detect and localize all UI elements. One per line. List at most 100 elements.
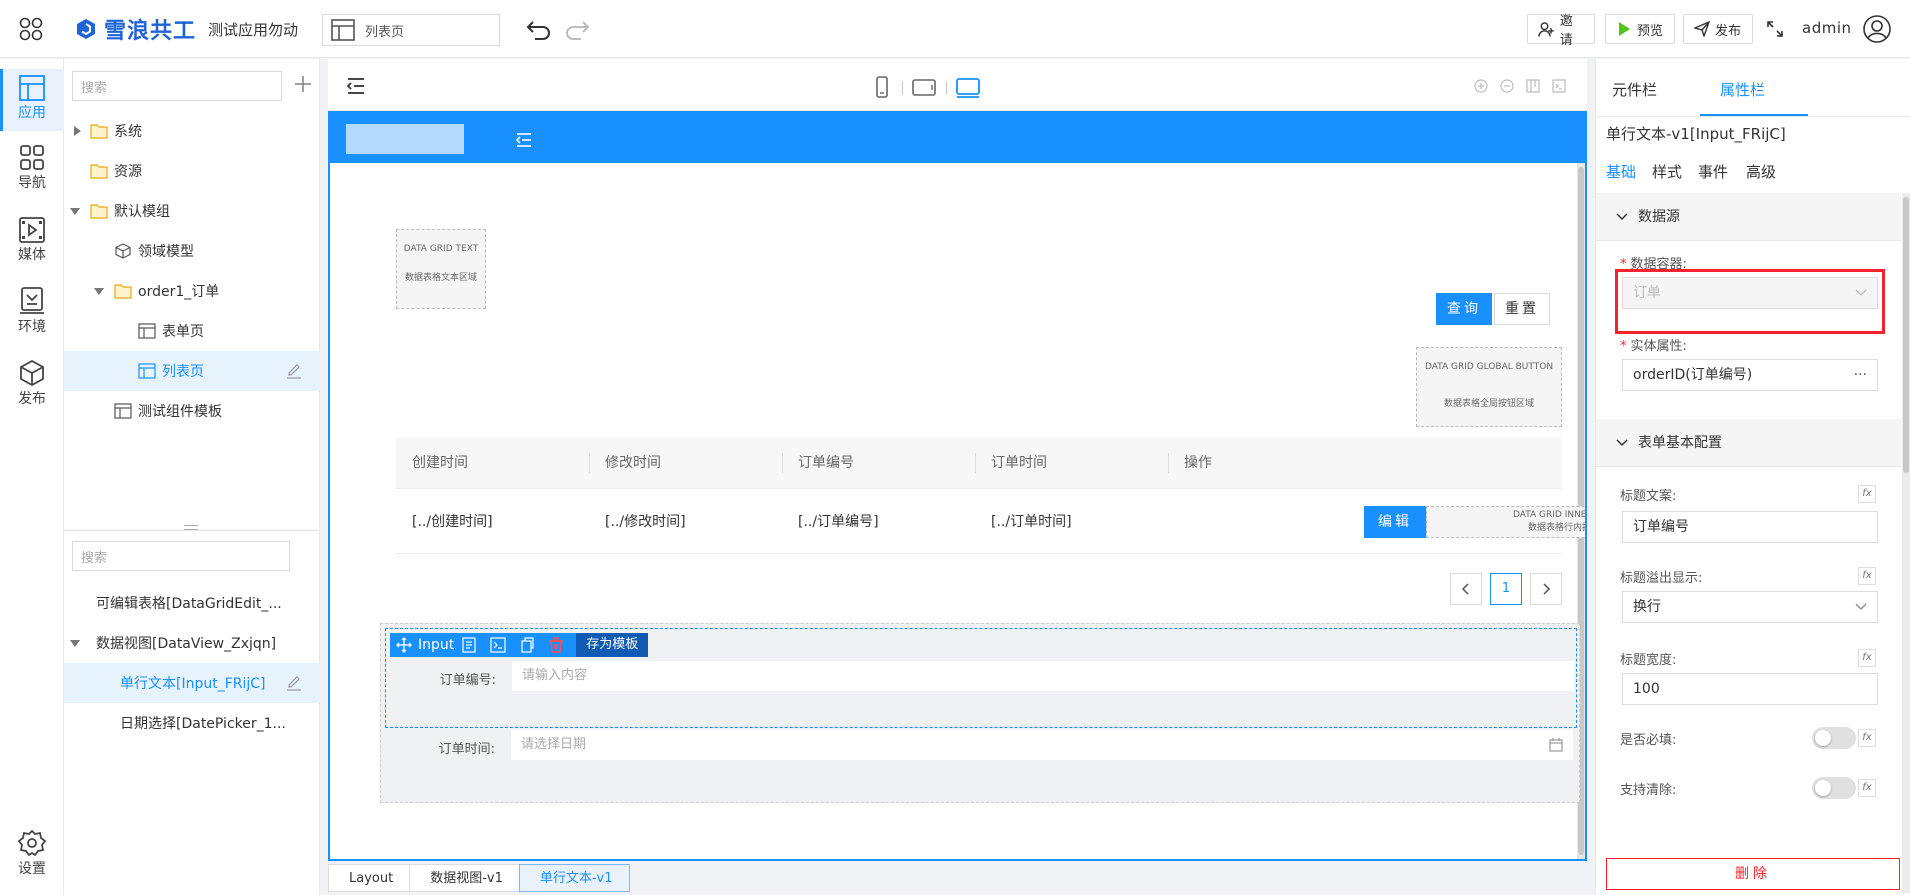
rail-item-nav[interactable]: 导航 bbox=[0, 139, 64, 201]
zoom-out-icon[interactable] bbox=[1500, 79, 1514, 93]
publish-button[interactable]: 发布 bbox=[1683, 14, 1753, 44]
breadcrumb-layout[interactable]: Layout bbox=[328, 864, 411, 892]
fx-icon[interactable]: fx bbox=[1858, 649, 1876, 667]
more-options-icon[interactable]: ··· bbox=[1854, 360, 1867, 390]
column-header-actions[interactable]: 操作 bbox=[1168, 437, 1212, 489]
grid-nav-icon bbox=[17, 139, 47, 170]
subtab-events[interactable]: 事件 bbox=[1698, 161, 1728, 182]
caret-down-icon[interactable] bbox=[70, 638, 80, 648]
title-text-input[interactable]: 订单编号 bbox=[1622, 511, 1878, 543]
rail-item-environment[interactable]: 环境 bbox=[0, 283, 64, 345]
caret-right-icon[interactable] bbox=[72, 126, 82, 136]
subtab-basic[interactable]: 基础 bbox=[1606, 161, 1636, 182]
save-as-template-button[interactable]: 存为模板 bbox=[576, 633, 649, 657]
properties-scroll-thumb[interactable] bbox=[1903, 197, 1909, 473]
tree-search-input[interactable]: 搜索 bbox=[72, 71, 282, 101]
title-width-input[interactable]: 100 bbox=[1622, 673, 1878, 705]
page-selector[interactable]: 列表页 bbox=[322, 14, 500, 46]
delete-icon[interactable] bbox=[548, 637, 564, 653]
redo-icon[interactable] bbox=[562, 16, 592, 44]
zoom-in-icon[interactable] bbox=[1474, 79, 1488, 93]
breadcrumb-dataview[interactable]: 数据视图-v1 bbox=[409, 864, 520, 892]
avatar-icon[interactable] bbox=[1862, 14, 1892, 44]
order-time-datepicker[interactable]: 请选择日期 bbox=[511, 730, 1573, 760]
code-icon[interactable] bbox=[490, 637, 506, 653]
tree-node-default-module[interactable]: 默认模组 bbox=[64, 191, 320, 231]
component-search-input[interactable]: 搜索 bbox=[72, 541, 290, 571]
fullscreen-icon[interactable] bbox=[1766, 20, 1784, 38]
rail-item-settings[interactable]: 设置 bbox=[0, 825, 64, 887]
data-grid-inner-button-area[interactable]: DATA GRID INNER BUTTON 数据表格行内按钮区域 bbox=[1426, 506, 1585, 538]
layout-view-icon[interactable] bbox=[1526, 79, 1540, 93]
breadcrumb-input[interactable]: 单行文本-v1 bbox=[518, 864, 630, 892]
reset-button[interactable]: 重置 bbox=[1494, 293, 1550, 325]
column-header-order-no[interactable]: 订单编号 bbox=[782, 437, 854, 489]
column-header-order-time[interactable]: 订单时间 bbox=[975, 437, 1047, 489]
tree-node-test-template[interactable]: 测试组件模板 bbox=[64, 391, 320, 431]
properties-scrollbar[interactable] bbox=[1902, 193, 1910, 893]
order-no-input[interactable]: 请输入内容 bbox=[512, 661, 1574, 691]
column-header-modified[interactable]: 修改时间 bbox=[589, 437, 661, 489]
preview-button[interactable]: 预览 bbox=[1605, 14, 1675, 44]
menu-collapse-icon[interactable] bbox=[346, 77, 366, 95]
username[interactable]: admin bbox=[1802, 19, 1852, 37]
component-item-input[interactable]: 单行文本[Input_FRijC] bbox=[64, 663, 320, 703]
subtab-style[interactable]: 样式 bbox=[1652, 161, 1682, 182]
device-desktop-icon[interactable] bbox=[956, 75, 980, 99]
device-mobile-icon[interactable] bbox=[870, 75, 894, 99]
delete-button[interactable]: 删除 bbox=[1606, 858, 1900, 890]
section-datasource[interactable]: 数据源 bbox=[1596, 193, 1901, 241]
data-view-container[interactable]: Input 存为模板 订单编号: 请输入内容 订单时间: 请选择日期 bbox=[380, 623, 1580, 803]
properties-icon[interactable] bbox=[461, 637, 477, 653]
tab-properties[interactable]: 属性栏 bbox=[1720, 79, 1765, 100]
overflow-select[interactable]: 换行 bbox=[1622, 591, 1878, 623]
entity-attr-field[interactable]: orderID(订单编号) ··· bbox=[1622, 359, 1878, 391]
undo-icon[interactable] bbox=[524, 16, 554, 44]
edit-icon[interactable] bbox=[286, 675, 302, 691]
fx-icon[interactable]: fx bbox=[1858, 567, 1876, 585]
data-grid-global-button-area[interactable]: DATA GRID GLOBAL BUTTON 数据表格全局按钮区域 bbox=[1416, 347, 1562, 427]
add-icon[interactable] bbox=[292, 73, 314, 95]
selected-input-component[interactable]: Input 存为模板 订单编号: 请输入内容 bbox=[385, 628, 1577, 728]
tree-node-order1[interactable]: order1_订单 bbox=[64, 271, 320, 311]
tree-node-system[interactable]: 系统 bbox=[64, 111, 320, 151]
canvas-app-header bbox=[330, 113, 1585, 163]
move-icon[interactable] bbox=[396, 637, 412, 653]
edit-icon[interactable] bbox=[286, 363, 302, 379]
section-form-config[interactable]: 表单基本配置 bbox=[1596, 419, 1901, 467]
caret-down-icon[interactable] bbox=[94, 286, 104, 296]
tab-components[interactable]: 元件栏 bbox=[1612, 79, 1657, 100]
pager-page-1[interactable]: 1 bbox=[1490, 573, 1522, 605]
data-grid-text-area[interactable]: DATA GRID TEXT 数据表格文本区域 bbox=[396, 229, 486, 309]
copy-icon[interactable] bbox=[519, 637, 535, 653]
required-toggle[interactable] bbox=[1812, 727, 1856, 749]
edit-row-button[interactable]: 编辑 bbox=[1364, 506, 1426, 538]
component-item-datepicker[interactable]: 日期选择[DatePicker_1... bbox=[64, 703, 320, 743]
column-header-created[interactable]: 创建时间 bbox=[396, 437, 468, 489]
fx-icon[interactable]: fx bbox=[1858, 779, 1876, 797]
tree-node-resources[interactable]: 资源 bbox=[64, 151, 320, 191]
fx-icon[interactable]: fx bbox=[1858, 485, 1876, 503]
code-view-icon[interactable] bbox=[1552, 79, 1566, 93]
tree-node-domain-model[interactable]: 领域模型 bbox=[64, 231, 320, 271]
component-item-dataview[interactable]: 数据视图[DataView_Zxjqn] bbox=[64, 623, 320, 663]
invite-button[interactable]: 邀请 bbox=[1527, 14, 1595, 48]
device-tablet-icon[interactable] bbox=[912, 75, 936, 99]
tree-node-list-page[interactable]: 列表页 bbox=[64, 351, 320, 391]
subtab-advanced[interactable]: 高级 bbox=[1746, 161, 1776, 182]
pager-next-button[interactable] bbox=[1530, 573, 1562, 605]
tree-node-form-page[interactable]: 表单页 bbox=[64, 311, 320, 351]
caret-down-icon[interactable] bbox=[70, 206, 80, 216]
query-button[interactable]: 查询 bbox=[1436, 293, 1492, 325]
component-item-datagrid[interactable]: 可编辑表格[DataGridEdit_... bbox=[64, 583, 320, 623]
brand-logo[interactable]: 雪浪共工 测试应用勿动 bbox=[74, 15, 298, 44]
rail-item-publish[interactable]: 发布 bbox=[0, 355, 64, 417]
design-canvas[interactable]: DATA GRID TEXT 数据表格文本区域 查询 重置 DATA GRID … bbox=[328, 111, 1587, 861]
clearable-toggle[interactable] bbox=[1812, 777, 1856, 799]
header-menu-icon[interactable] bbox=[516, 133, 532, 147]
rail-item-app[interactable]: 应用 bbox=[0, 69, 64, 131]
apps-grid-icon[interactable] bbox=[18, 16, 44, 42]
fx-icon[interactable]: fx bbox=[1858, 729, 1876, 747]
pager-prev-button[interactable] bbox=[1450, 573, 1482, 605]
rail-item-media[interactable]: 媒体 bbox=[0, 211, 64, 273]
